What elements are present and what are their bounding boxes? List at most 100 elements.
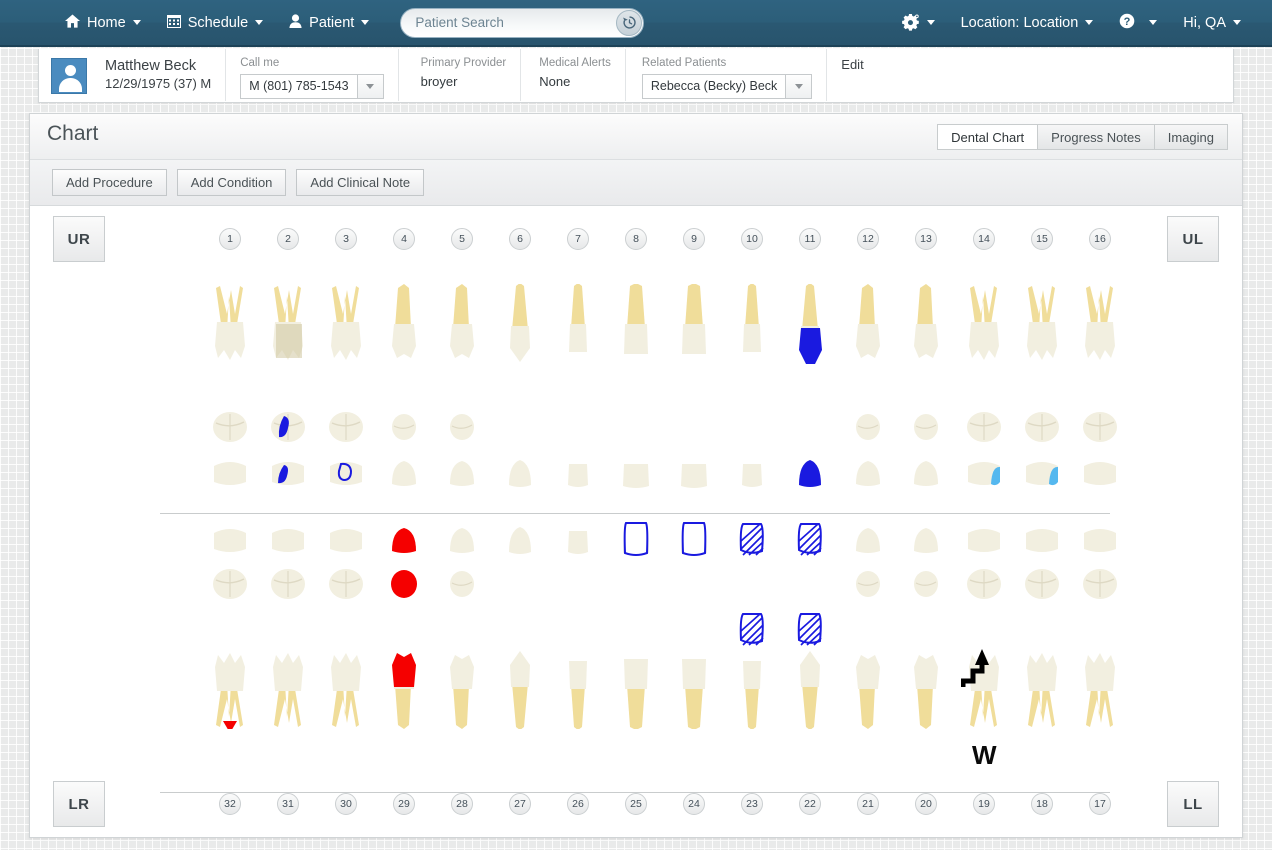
tooth-21-occlusal-view[interactable]	[845, 563, 891, 605]
tooth-25-incisal-view[interactable]	[613, 519, 659, 561]
tooth-10-facial-view[interactable]	[729, 284, 775, 404]
tooth-number-17[interactable]: 17	[1089, 793, 1111, 815]
tooth-number-23[interactable]: 23	[741, 793, 763, 815]
tooth-22-facial-view[interactable]	[787, 609, 833, 729]
related-patients-combo[interactable]: Rebecca (Becky) Beck	[641, 74, 813, 99]
tooth-27-occlusal-view[interactable]	[497, 563, 543, 605]
related-patients-dropdown-button[interactable]	[786, 74, 813, 99]
tooth-number-25[interactable]: 25	[625, 793, 647, 815]
tooth-11-facial-view[interactable]	[787, 284, 833, 404]
tooth-4-incisal-view[interactable]	[381, 452, 427, 494]
tooth-15[interactable]	[1019, 284, 1065, 494]
nav-item-schedule[interactable]: Schedule	[154, 0, 276, 46]
tooth-18-incisal-view[interactable]	[1019, 519, 1065, 561]
tooth-13-occlusal-view[interactable]	[903, 406, 949, 448]
tooth-5[interactable]	[439, 284, 485, 494]
tooth-29[interactable]	[381, 519, 427, 729]
tooth-8-occlusal-view[interactable]	[613, 406, 659, 448]
tooth-16-facial-view[interactable]	[1077, 284, 1123, 404]
tooth-28-occlusal-view[interactable]	[439, 563, 485, 605]
tooth-number-3[interactable]: 3	[335, 228, 357, 250]
tooth-14-facial-view[interactable]	[961, 284, 1007, 404]
tooth-21-facial-view[interactable]	[845, 609, 891, 729]
tooth-25-occlusal-view[interactable]	[613, 563, 659, 605]
tooth-18-facial-view[interactable]	[1019, 609, 1065, 729]
tooth-15-incisal-view[interactable]	[1019, 452, 1065, 494]
tooth-23-facial-view[interactable]	[729, 609, 775, 729]
tooth-3-occlusal-view[interactable]	[323, 406, 369, 448]
tooth-28-facial-view[interactable]	[439, 609, 485, 729]
tooth-32-facial-view[interactable]	[207, 609, 253, 729]
tooth-1-facial-view[interactable]	[207, 284, 253, 404]
nav-item-patient[interactable]: Patient	[276, 0, 382, 46]
tooth-13[interactable]	[903, 284, 949, 494]
call-me-combo[interactable]: M (801) 785-1543	[240, 74, 384, 99]
tooth-13-incisal-view[interactable]	[903, 452, 949, 494]
tooth-24[interactable]	[671, 519, 717, 729]
tooth-16-incisal-view[interactable]	[1077, 452, 1123, 494]
tooth-11[interactable]	[787, 284, 833, 494]
tooth-18[interactable]	[1019, 519, 1065, 729]
tooth-number-4[interactable]: 4	[393, 228, 415, 250]
tooth-27-facial-view[interactable]	[497, 609, 543, 729]
tooth-number-16[interactable]: 16	[1089, 228, 1111, 250]
tooth-12-incisal-view[interactable]	[845, 452, 891, 494]
tooth-number-30[interactable]: 30	[335, 793, 357, 815]
tooth-number-18[interactable]: 18	[1031, 793, 1053, 815]
tooth-17-incisal-view[interactable]	[1077, 519, 1123, 561]
tooth-29-incisal-view[interactable]	[381, 519, 427, 561]
tooth-26[interactable]	[555, 519, 601, 729]
tooth-10[interactable]	[729, 284, 775, 494]
tooth-2-occlusal-view[interactable]	[265, 406, 311, 448]
tooth-11-incisal-view[interactable]	[787, 452, 833, 494]
patient-identity[interactable]: Matthew Beck 12/29/1975 (37) M	[87, 49, 227, 101]
tooth-number-11[interactable]: 11	[799, 228, 821, 250]
quadrant-tab-upper-right[interactable]: UR	[53, 216, 105, 262]
tooth-20-incisal-view[interactable]	[903, 519, 949, 561]
tooth-28-incisal-view[interactable]	[439, 519, 485, 561]
quadrant-tab-lower-right[interactable]: LR	[53, 781, 105, 827]
tooth-23-occlusal-view[interactable]	[729, 563, 775, 605]
tooth-21-incisal-view[interactable]	[845, 519, 891, 561]
tooth-number-24[interactable]: 24	[683, 793, 705, 815]
tooth-8-incisal-view[interactable]	[613, 452, 659, 494]
tooth-2-facial-view[interactable]	[265, 284, 311, 404]
tooth-5-occlusal-view[interactable]	[439, 406, 485, 448]
tooth-19-occlusal-view[interactable]	[961, 563, 1007, 605]
tooth-6-incisal-view[interactable]	[497, 452, 543, 494]
tooth-27[interactable]	[497, 519, 543, 729]
tooth-20-facial-view[interactable]	[903, 609, 949, 729]
tooth-22-occlusal-view[interactable]	[787, 563, 833, 605]
settings-menu[interactable]	[889, 0, 948, 46]
tooth-number-15[interactable]: 15	[1031, 228, 1053, 250]
tooth-23-incisal-view[interactable]	[729, 519, 775, 561]
tooth-26-incisal-view[interactable]	[555, 519, 601, 561]
tooth-number-7[interactable]: 7	[567, 228, 589, 250]
tooth-number-12[interactable]: 12	[857, 228, 879, 250]
tooth-17[interactable]	[1077, 519, 1123, 729]
edit-link[interactable]: Edit	[827, 49, 863, 102]
tab-progress-notes[interactable]: Progress Notes	[1037, 124, 1154, 150]
tooth-8-facial-view[interactable]	[613, 284, 659, 404]
tooth-4[interactable]	[381, 284, 427, 494]
tooth-7-facial-view[interactable]	[555, 284, 601, 404]
tooth-number-29[interactable]: 29	[393, 793, 415, 815]
tooth-17-occlusal-view[interactable]	[1077, 563, 1123, 605]
tooth-number-6[interactable]: 6	[509, 228, 531, 250]
tooth-30-occlusal-view[interactable]	[323, 563, 369, 605]
tooth-9[interactable]	[671, 284, 717, 494]
tooth-15-facial-view[interactable]	[1019, 284, 1065, 404]
quadrant-tab-lower-left[interactable]: LL	[1167, 781, 1219, 827]
tooth-25[interactable]	[613, 519, 659, 729]
tooth-7-incisal-view[interactable]	[555, 452, 601, 494]
tooth-11-occlusal-view[interactable]	[787, 406, 833, 448]
tooth-26-occlusal-view[interactable]	[555, 563, 601, 605]
tooth-4-facial-view[interactable]	[381, 284, 427, 404]
tooth-29-facial-view[interactable]	[381, 609, 427, 729]
tooth-19[interactable]	[961, 519, 1007, 729]
tooth-3[interactable]	[323, 284, 369, 494]
tooth-30-incisal-view[interactable]	[323, 519, 369, 561]
tooth-15-occlusal-view[interactable]	[1019, 406, 1065, 448]
tooth-1-occlusal-view[interactable]	[207, 406, 253, 448]
tooth-14-occlusal-view[interactable]	[961, 406, 1007, 448]
